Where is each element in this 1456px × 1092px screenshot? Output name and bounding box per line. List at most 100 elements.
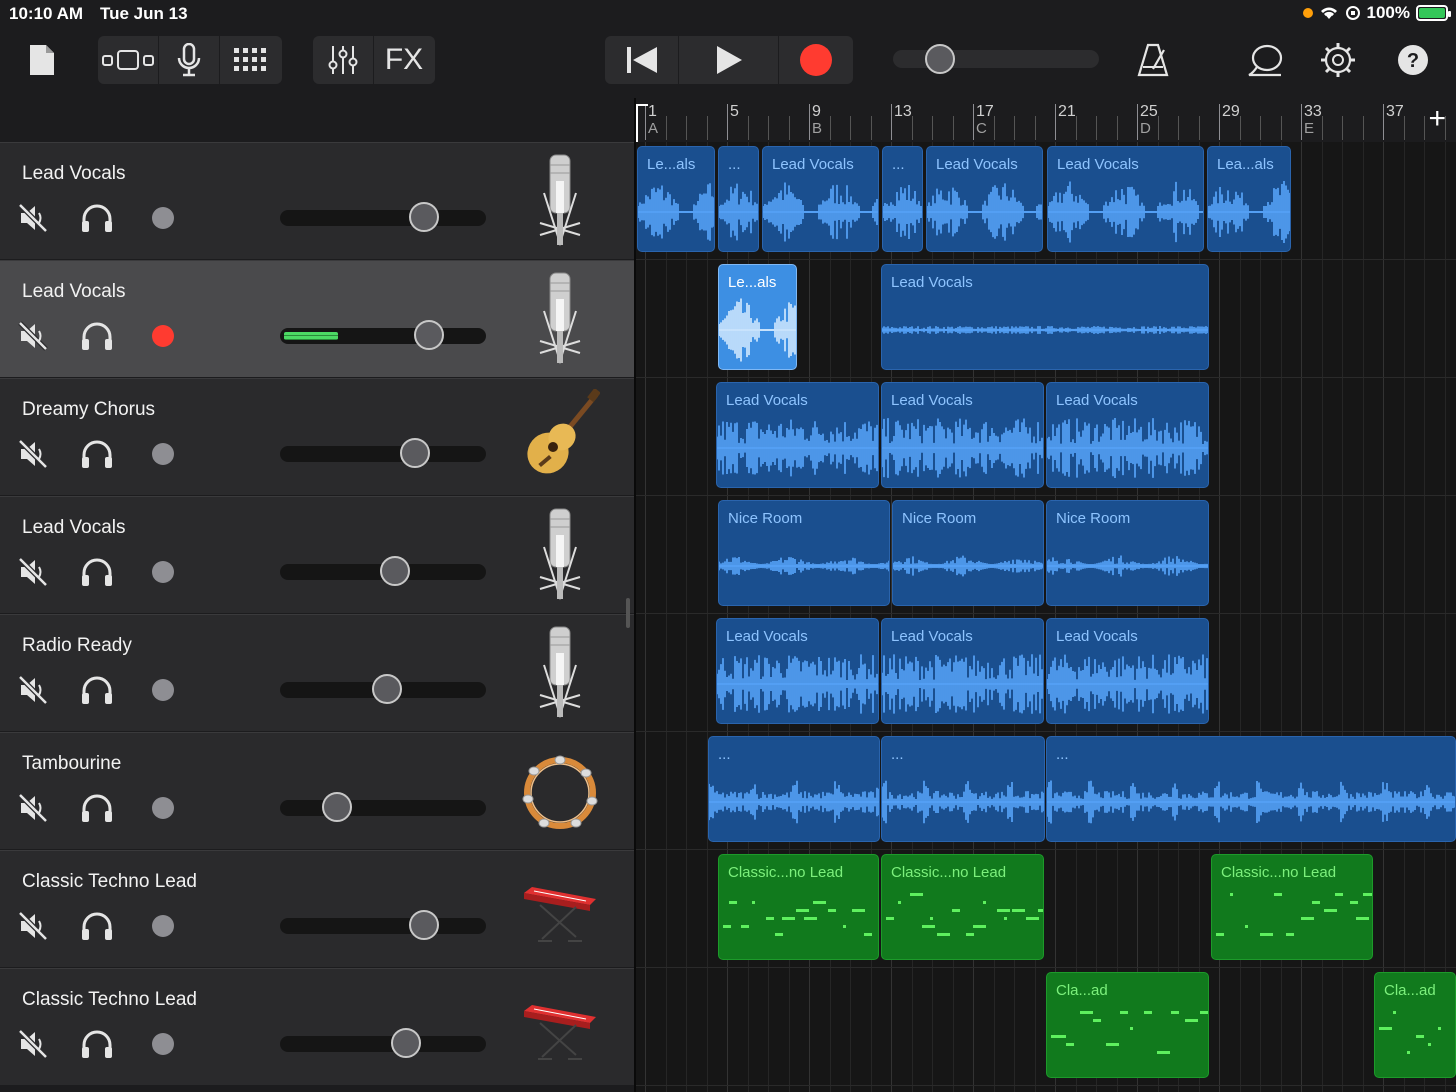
synth-keyboard-icon[interactable] bbox=[520, 861, 600, 957]
audio-region[interactable]: ... bbox=[1046, 736, 1456, 842]
tracks-area[interactable]: Le...als... Lead Vocals... Lead Vocals Lead… bbox=[636, 142, 1456, 1092]
master-volume-knob[interactable] bbox=[925, 44, 955, 74]
mute-button[interactable] bbox=[16, 201, 50, 235]
midi-region[interactable]: Classic...no Lead bbox=[718, 854, 879, 960]
track-header[interactable]: Classic Techno Lead bbox=[0, 850, 634, 967]
audio-region[interactable]: ... bbox=[881, 736, 1045, 842]
track-controls-button[interactable] bbox=[313, 36, 373, 84]
record-enable-button[interactable] bbox=[152, 915, 174, 937]
audio-region[interactable]: Lead Vocals bbox=[881, 618, 1044, 724]
audio-region[interactable]: ... bbox=[708, 736, 880, 842]
record-enable-button[interactable] bbox=[152, 797, 174, 819]
audio-region[interactable]: Lead Vocals bbox=[1046, 382, 1209, 488]
track-volume-slider[interactable] bbox=[280, 1036, 486, 1052]
audio-region[interactable]: Lead Vocals bbox=[716, 382, 879, 488]
track-header[interactable]: Radio Ready bbox=[0, 614, 634, 731]
track-lane[interactable]: Classic...no Lead Classic...no Lead Classi… bbox=[636, 850, 1456, 968]
track-volume-knob[interactable] bbox=[380, 556, 411, 586]
audio-region[interactable]: ... bbox=[718, 146, 759, 252]
track-volume-slider[interactable] bbox=[280, 800, 486, 816]
tambourine-icon[interactable] bbox=[520, 743, 600, 839]
add-section-button[interactable]: + bbox=[1428, 102, 1446, 136]
midi-region[interactable]: Cla...ad bbox=[1374, 972, 1456, 1078]
loop-browser-button[interactable] bbox=[1245, 40, 1285, 80]
track-header[interactable]: Lead Vocals bbox=[0, 260, 634, 377]
instrument-browser-button[interactable] bbox=[159, 36, 219, 84]
mute-button[interactable] bbox=[16, 555, 50, 589]
acoustic-guitar-icon[interactable] bbox=[520, 387, 601, 485]
timeline-ruler[interactable]: + 1 5 9 13 17 21 25 29 33 37 A B C D E bbox=[636, 100, 1456, 142]
audio-region[interactable]: Lea...als bbox=[1207, 146, 1291, 252]
audio-region[interactable]: ... bbox=[882, 146, 923, 252]
track-volume-slider[interactable] bbox=[280, 210, 486, 226]
track-lane[interactable]: Lead Vocals Lead Vocals Lead Vocals bbox=[636, 378, 1456, 496]
midi-region[interactable]: Cla...ad bbox=[1046, 972, 1209, 1078]
audio-region[interactable]: Nice Room bbox=[1046, 500, 1209, 606]
help-button[interactable]: ? bbox=[1393, 40, 1433, 80]
midi-region[interactable]: Classic...no Lead bbox=[881, 854, 1044, 960]
live-loops-button[interactable] bbox=[220, 36, 282, 84]
audio-region[interactable]: Lead Vocals bbox=[716, 618, 879, 724]
record-enable-button[interactable] bbox=[152, 1033, 174, 1055]
record-enable-button[interactable] bbox=[152, 325, 174, 347]
track-lane[interactable]: ......... bbox=[636, 732, 1456, 850]
track-volume-knob[interactable] bbox=[390, 1028, 421, 1058]
microphone-icon[interactable] bbox=[520, 153, 600, 249]
section-marker[interactable]: E bbox=[1304, 120, 1314, 137]
my-songs-button[interactable] bbox=[22, 40, 62, 80]
audio-region[interactable]: Lead Vocals bbox=[762, 146, 879, 252]
track-lane[interactable]: Le...als Lead Vocals bbox=[636, 260, 1456, 378]
track-lane[interactable]: Cla...ad Cla...ad bbox=[636, 968, 1456, 1086]
record-enable-button[interactable] bbox=[152, 679, 174, 701]
track-header[interactable]: Lead Vocals bbox=[0, 496, 634, 613]
track-volume-knob[interactable] bbox=[399, 438, 430, 468]
solo-button[interactable] bbox=[80, 791, 114, 825]
audio-region[interactable]: Nice Room bbox=[892, 500, 1044, 606]
track-header[interactable]: Dreamy Chorus bbox=[0, 378, 634, 495]
mute-button[interactable] bbox=[16, 437, 50, 471]
track-volume-slider[interactable] bbox=[280, 918, 486, 934]
audio-region[interactable]: Lead Vocals bbox=[1046, 618, 1209, 724]
track-volume-knob[interactable] bbox=[321, 792, 352, 822]
master-volume-slider[interactable] bbox=[893, 44, 1099, 74]
track-volume-slider[interactable] bbox=[280, 446, 486, 462]
microphone-icon[interactable] bbox=[520, 271, 600, 367]
track-volume-slider[interactable] bbox=[280, 328, 486, 344]
section-marker[interactable]: D bbox=[1140, 120, 1151, 137]
record-enable-button[interactable] bbox=[152, 207, 174, 229]
section-marker[interactable]: A bbox=[648, 120, 658, 137]
audio-region[interactable]: Le...als bbox=[718, 264, 797, 370]
solo-button[interactable] bbox=[80, 555, 114, 589]
audio-region[interactable]: Lead Vocals bbox=[926, 146, 1043, 252]
playhead-icon[interactable] bbox=[636, 104, 648, 142]
audio-region[interactable]: Lead Vocals bbox=[1047, 146, 1204, 252]
mute-button[interactable] bbox=[16, 673, 50, 707]
mute-button[interactable] bbox=[16, 1027, 50, 1061]
section-marker[interactable]: B bbox=[812, 120, 822, 137]
metronome-button[interactable] bbox=[1133, 40, 1173, 80]
mute-button[interactable] bbox=[16, 909, 50, 943]
solo-button[interactable] bbox=[80, 673, 114, 707]
audio-region[interactable]: Lead Vocals bbox=[881, 264, 1209, 370]
solo-button[interactable] bbox=[80, 1027, 114, 1061]
solo-button[interactable] bbox=[80, 319, 114, 353]
track-volume-knob[interactable] bbox=[413, 320, 444, 350]
track-lane[interactable]: Nice Room Nice Room Nice Room bbox=[636, 496, 1456, 614]
section-marker[interactable]: C bbox=[976, 120, 987, 137]
record-button[interactable] bbox=[779, 36, 853, 84]
track-header[interactable]: Classic Techno Lead bbox=[0, 968, 634, 1085]
solo-button[interactable] bbox=[80, 201, 114, 235]
solo-button[interactable] bbox=[80, 909, 114, 943]
midi-region[interactable]: Classic...no Lead bbox=[1211, 854, 1373, 960]
tracks-view-button[interactable] bbox=[98, 36, 158, 84]
track-header[interactable]: Tambourine bbox=[0, 732, 634, 849]
resize-handle[interactable] bbox=[626, 598, 630, 628]
audio-region[interactable]: Lead Vocals bbox=[881, 382, 1044, 488]
track-volume-knob[interactable] bbox=[408, 910, 439, 940]
microphone-icon[interactable] bbox=[520, 507, 600, 603]
settings-button[interactable] bbox=[1318, 40, 1358, 80]
mute-button[interactable] bbox=[16, 319, 50, 353]
mute-button[interactable] bbox=[16, 791, 50, 825]
audio-region[interactable]: Le...als bbox=[637, 146, 715, 252]
audio-region[interactable]: Nice Room bbox=[718, 500, 890, 606]
